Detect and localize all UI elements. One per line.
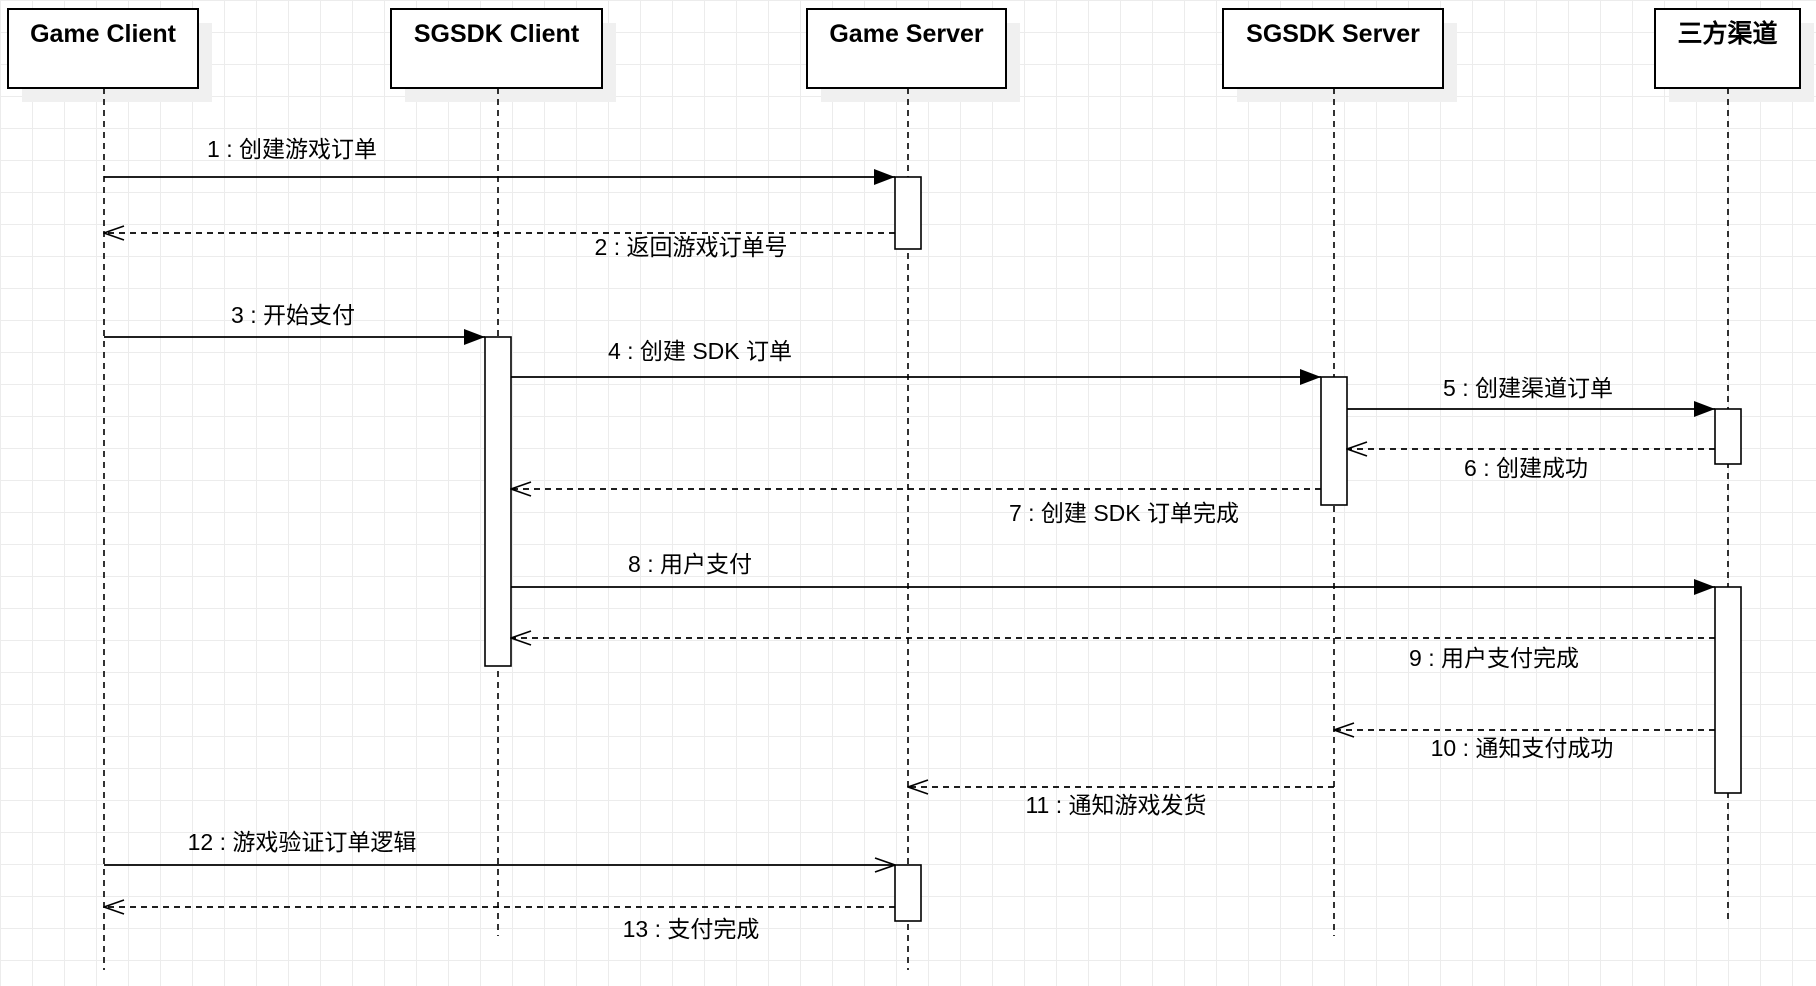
message-label: 3 : 开始支付 [231, 302, 355, 328]
participant-0[interactable]: Game Client [7, 8, 212, 970]
message-label: 10 : 通知支付成功 [1431, 735, 1614, 761]
message-label: 1 : 创建游戏订单 [207, 136, 377, 162]
message-label: 13 : 支付完成 [623, 916, 760, 942]
participant-name: SGSDK Client [414, 20, 580, 48]
message-label: 4 : 创建 SDK 订单 [608, 338, 792, 364]
message-9[interactable]: 9 : 用户支付完成 [511, 638, 1715, 671]
message-3[interactable]: 3 : 开始支付 [104, 302, 485, 345]
activation-bar [894, 864, 922, 922]
message-7[interactable]: 7 : 创建 SDK 订单完成 [511, 489, 1321, 526]
activation-bar [894, 176, 922, 250]
message-6[interactable]: 6 : 创建成功 [1347, 449, 1715, 481]
activation-bar [1714, 586, 1742, 794]
message-1[interactable]: 1 : 创建游戏订单 [104, 136, 895, 185]
message-label: 6 : 创建成功 [1464, 455, 1588, 481]
message-5[interactable]: 5 : 创建渠道订单 [1347, 375, 1715, 417]
message-label: 7 : 创建 SDK 订单完成 [1009, 500, 1239, 526]
message-label: 9 : 用户支付完成 [1409, 645, 1579, 671]
message-12[interactable]: 12 : 游戏验证订单逻辑 [104, 829, 895, 865]
message-2[interactable]: 2 : 返回游戏订单号 [104, 233, 895, 260]
message-11[interactable]: 11 : 通知游戏发货 [908, 787, 1334, 818]
message-4[interactable]: 4 : 创建 SDK 订单 [511, 338, 1321, 385]
participant-name: SGSDK Server [1246, 20, 1420, 48]
message-13[interactable]: 13 : 支付完成 [104, 907, 895, 942]
participant-name: Game Client [30, 20, 177, 48]
message-label: 11 : 通知游戏发货 [1025, 792, 1206, 818]
message-10[interactable]: 10 : 通知支付成功 [1334, 730, 1715, 761]
sequence-diagram: Game Client SGSDK Client Game Server SGSDK … [7, 8, 1814, 970]
participant-name: 三方渠道 [1677, 19, 1777, 48]
message-8[interactable]: 8 : 用户支付 [511, 551, 1715, 595]
message-label: 8 : 用户支付 [628, 551, 752, 577]
message-label: 12 : 游戏验证订单逻辑 [188, 829, 417, 855]
message-label: 2 : 返回游戏订单号 [595, 234, 788, 260]
message-label: 5 : 创建渠道订单 [1443, 375, 1613, 401]
activation-bar [1320, 376, 1348, 506]
participant-name: Game Server [829, 20, 984, 48]
activation-bar [1714, 408, 1742, 465]
activation-bar [484, 336, 512, 667]
